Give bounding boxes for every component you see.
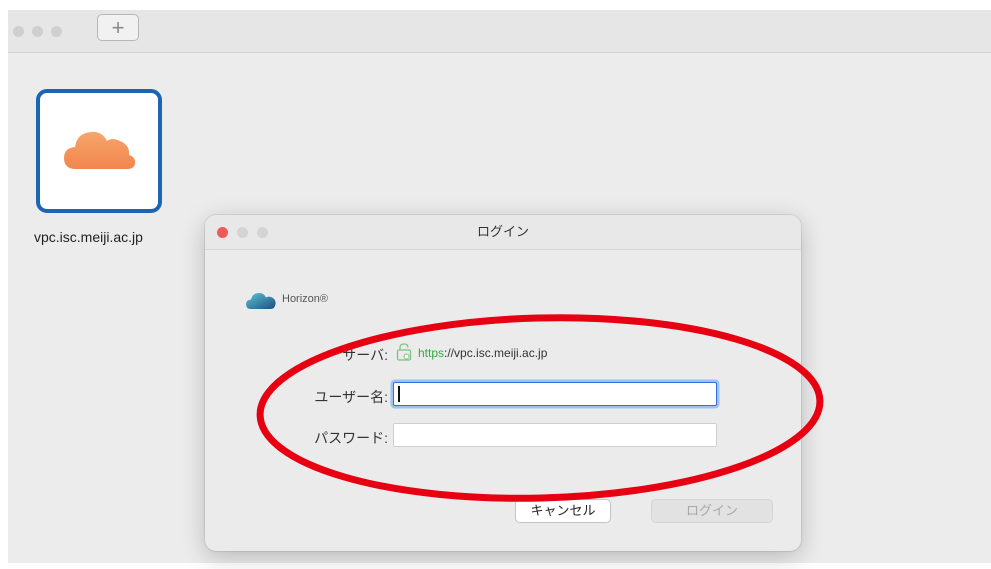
server-label: サーバ: <box>342 347 388 363</box>
server-tile[interactable] <box>36 89 162 213</box>
cancel-button[interactable]: キャンセル <box>515 499 611 523</box>
login-dialog: ログイン Horizon® サーバ: https://vpc.isc.meiji… <box>205 215 801 551</box>
brand-name: Horizon® <box>282 293 329 305</box>
text-caret <box>398 386 400 402</box>
cloud-icon <box>64 131 136 169</box>
window-titlebar: + <box>8 10 991 53</box>
server-url: https://vpc.isc.meiji.ac.jp <box>418 346 547 360</box>
password-label: パスワード: <box>314 430 388 446</box>
login-button[interactable]: ログイン <box>651 499 773 523</box>
username-field[interactable] <box>393 382 717 406</box>
server-url-scheme: https <box>418 346 445 360</box>
dialog-titlebar: ログイン <box>205 215 801 250</box>
add-server-button[interactable]: + <box>97 14 139 41</box>
zoom-window-button[interactable] <box>51 26 62 37</box>
lock-icon <box>396 343 412 361</box>
close-window-button[interactable] <box>13 26 24 37</box>
password-field[interactable] <box>393 423 717 447</box>
server-tile-label: vpc.isc.meiji.ac.jp <box>34 229 143 245</box>
dialog-title: ログイン <box>476 224 529 239</box>
minimize-window-button[interactable] <box>32 26 43 37</box>
horizon-logo-icon <box>246 293 276 309</box>
username-label: ユーザー名: <box>314 389 388 405</box>
server-url-host: ://vpc.isc.meiji.ac.jp <box>444 346 548 360</box>
plus-icon: + <box>111 14 125 40</box>
